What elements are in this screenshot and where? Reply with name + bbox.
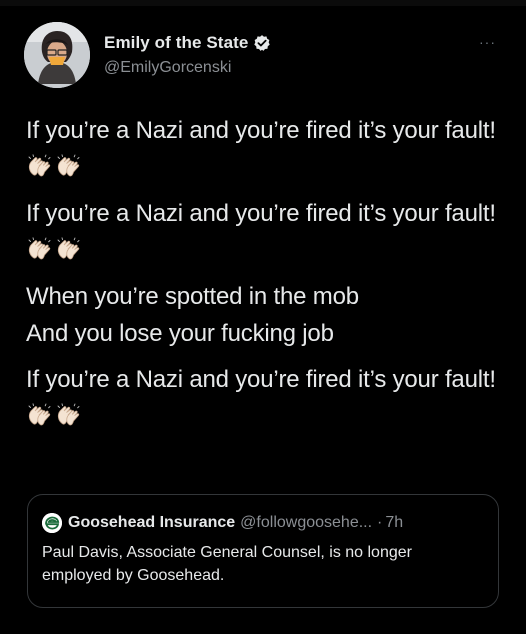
- tweet-paragraph: When you’re spotted in the mob And you l…: [26, 278, 502, 352]
- name-row: Emily of the State: [104, 33, 271, 53]
- tweet-card: Emily of the State @EmilyGorcenski ··· I…: [0, 0, 526, 634]
- quoted-author-handle[interactable]: @followgoosehe...: [240, 514, 372, 532]
- quoted-tweet-text: Paul Davis, Associate General Counsel, i…: [42, 544, 412, 584]
- more-options-icon[interactable]: ···: [479, 35, 496, 49]
- avatar[interactable]: [24, 22, 90, 88]
- clapping-hands-icon: [57, 403, 80, 426]
- tweet-line: And you lose your fucking job: [26, 320, 334, 347]
- tweet-paragraph: If you’re a Nazi and you’re fired it’s y…: [26, 195, 502, 269]
- clapping-hands-icon: [28, 237, 51, 260]
- avatar-photo: [24, 22, 90, 88]
- tweet-text: If you’re a Nazi and you’re fired it’s y…: [26, 112, 502, 444]
- tweet-paragraph-text: If you’re a Nazi and you’re fired it’s y…: [26, 200, 496, 227]
- quoted-author-name[interactable]: Goosehead Insurance: [68, 514, 235, 532]
- author-handle[interactable]: @EmilyGorcenski: [104, 59, 271, 77]
- verified-badge-icon: [253, 34, 271, 52]
- clapping-hands-icon: [28, 403, 51, 426]
- clapping-hands-icon: [57, 237, 80, 260]
- tweet-paragraph: If you’re a Nazi and you’re fired it’s y…: [26, 361, 502, 435]
- tweet-header: Emily of the State @EmilyGorcenski: [24, 22, 271, 88]
- author-names: Emily of the State @EmilyGorcenski: [104, 33, 271, 77]
- quoted-tweet-header: Goosehead Insurance @followgoosehe... · …: [42, 513, 484, 533]
- quoted-tweet[interactable]: Goosehead Insurance @followgoosehe... · …: [27, 494, 499, 608]
- clapping-hands-icon: [28, 154, 51, 177]
- author-display-name[interactable]: Emily of the State: [104, 33, 248, 53]
- clapping-hands-icon: [57, 154, 80, 177]
- tweet-paragraph-text: If you’re a Nazi and you’re fired it’s y…: [26, 366, 496, 393]
- tweet-paragraph-text: If you’re a Nazi and you’re fired it’s y…: [26, 117, 496, 144]
- goosehead-logo-icon[interactable]: [42, 513, 62, 533]
- top-divider: [0, 0, 526, 6]
- tweet-line: When you’re spotted in the mob: [26, 283, 359, 310]
- separator-dot: ·: [377, 514, 383, 531]
- tweet-paragraph: If you’re a Nazi and you’re fired it’s y…: [26, 112, 502, 186]
- quoted-tweet-time[interactable]: 7h: [385, 514, 403, 532]
